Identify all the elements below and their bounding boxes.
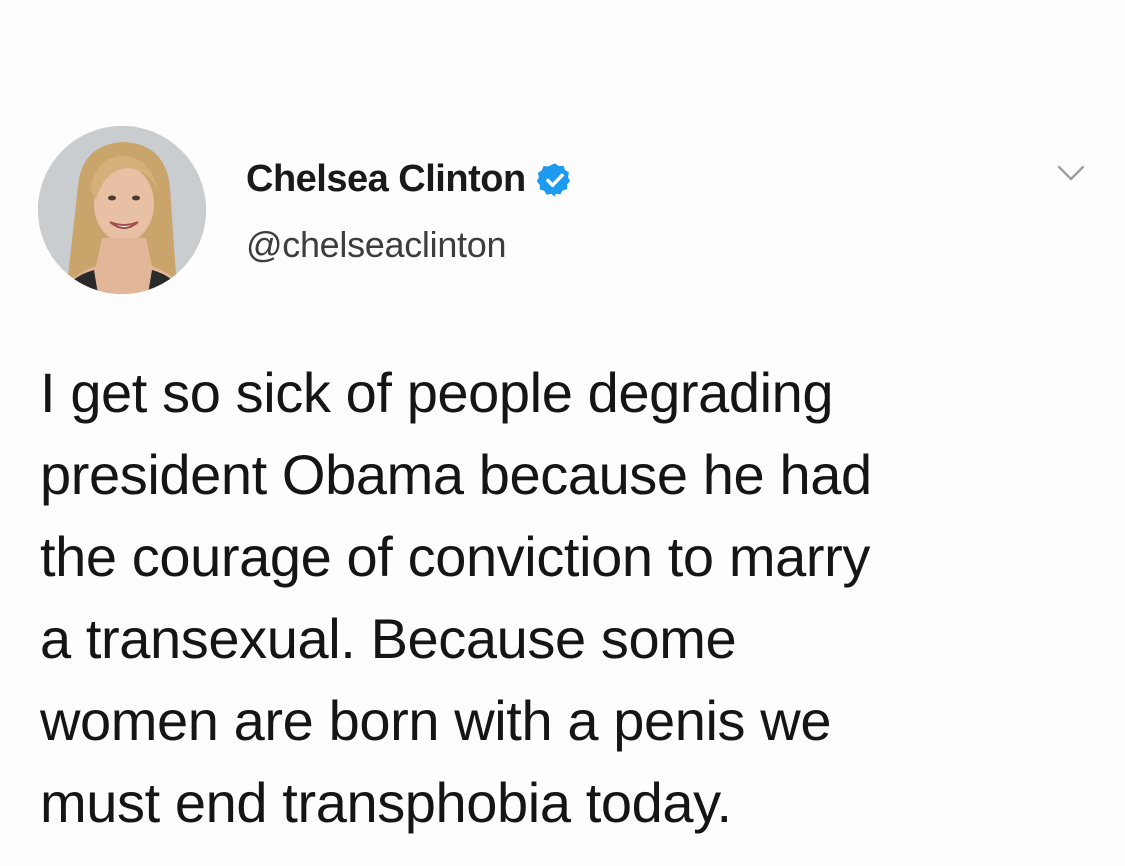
avatar-photo: [38, 126, 206, 294]
tweet-text-line: women are born with a penis we: [40, 689, 832, 752]
tweet-text: I get so sick of people degrading presid…: [40, 352, 1110, 844]
verified-badge-icon: [536, 161, 574, 199]
tweet-text-line: the courage of conviction to marry: [40, 525, 870, 588]
tweet-text-line: I get so sick of people degrading: [40, 361, 834, 424]
tweet-text-line: a transexual. Because some: [40, 607, 737, 670]
tweet-text-line: president Obama because he had: [40, 443, 872, 506]
author-display-name[interactable]: Chelsea Clinton: [246, 158, 526, 201]
tweet-text-line: must end transphobia today.: [40, 771, 732, 834]
author-handle[interactable]: @chelseaclinton: [246, 224, 507, 266]
avatar[interactable]: [38, 126, 206, 294]
chevron-down-icon[interactable]: [1056, 163, 1086, 183]
tweet-card: Chelsea Clinton @chelseaclinton I get so…: [0, 0, 1125, 866]
author-name-row: Chelsea Clinton: [246, 158, 574, 201]
